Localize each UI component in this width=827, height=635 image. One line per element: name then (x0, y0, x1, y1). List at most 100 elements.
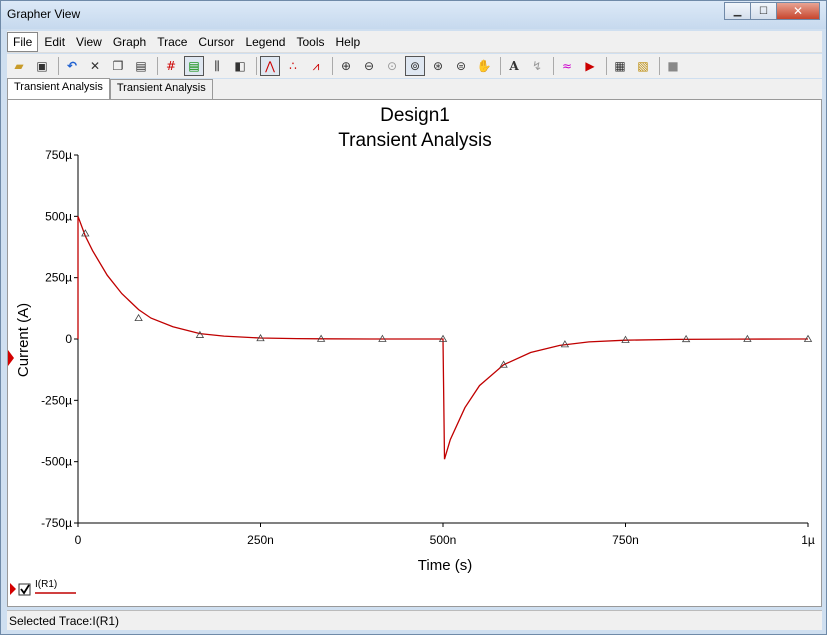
export-mathcad-button[interactable]: ▧ (633, 56, 653, 76)
save-icon: ▣ (36, 59, 48, 73)
paste-icon: ▤ (135, 59, 147, 73)
minimize-button[interactable]: ▁ (724, 2, 751, 20)
y-tick-label: 500µ (45, 209, 72, 223)
trace-marker (134, 313, 143, 322)
x-tick-label: 1µ (801, 533, 815, 547)
menu-bar: File Edit View Graph Trace Cursor Legend… (7, 31, 822, 53)
toggle-grid-button[interactable]: # (161, 56, 181, 76)
tick-labels: 750µ500µ250µ0-250µ-500µ-750µ0 250n 500n 750… (41, 148, 815, 547)
zoom-x-icon: ⊛ (432, 59, 444, 73)
status-text: Selected Trace:I(R1) (9, 614, 120, 628)
trace-markers (81, 229, 813, 368)
pan-button[interactable]: ✋ (474, 56, 494, 76)
line-points-icon: ⩘ (312, 58, 320, 73)
zoom-y-button[interactable]: ⊜ (451, 56, 471, 76)
tab-transient-analysis-1[interactable]: Transient Analysis (7, 78, 110, 99)
open-button[interactable]: ▰ (9, 56, 29, 76)
show-cursors-button[interactable]: ≈ (557, 56, 577, 76)
stop-icon: ■ (667, 59, 679, 73)
toolbar-separator (332, 57, 333, 75)
toolbar-separator (256, 57, 257, 75)
stop-button[interactable]: ■ (663, 56, 683, 76)
copy-icon: ❐ (112, 59, 124, 73)
save-button[interactable]: ▣ (32, 56, 52, 76)
menu-graph[interactable]: Graph (108, 33, 151, 51)
zoom-in-icon: ⊕ (340, 59, 352, 73)
chart-title: Design1 (380, 105, 450, 126)
zoom-full-button[interactable]: ⊚ (405, 56, 425, 76)
y-tick-label: 0 (65, 332, 72, 346)
y-tick-label: -500µ (41, 455, 72, 469)
close-button[interactable]: ✕ (776, 2, 820, 20)
zoom-out-icon: ⊖ (363, 59, 375, 73)
toolbar-separator (553, 57, 554, 75)
menu-view[interactable]: View (71, 33, 107, 51)
export-data-button[interactable]: ▶ (580, 56, 600, 76)
legend-icon: ▤ (188, 59, 200, 73)
menu-help[interactable]: Help (331, 33, 366, 51)
legend-selected-marker (10, 583, 16, 595)
spreadsheet-icon: ▦ (614, 59, 626, 73)
paste-button[interactable]: ▤ (131, 56, 151, 76)
zoom-y-icon: ⊜ (455, 59, 467, 73)
trace-properties-button[interactable]: ↯ (527, 56, 547, 76)
undo-button[interactable]: ↶ (62, 56, 82, 76)
y-tick-label: -750µ (41, 516, 72, 530)
menu-trace[interactable]: Trace (152, 33, 192, 51)
menu-cursor[interactable]: Cursor (193, 33, 239, 51)
toolbar-separator (500, 57, 501, 75)
menu-file[interactable]: File (7, 31, 39, 52)
x-tick-label: 250n (247, 533, 274, 547)
graph-tabs: Transient Analysis Transient Analysis (7, 78, 822, 99)
text-icon: A (509, 59, 519, 73)
zoom-area-button[interactable]: ⊙ (382, 56, 402, 76)
zoom-x-button[interactable]: ⊛ (428, 56, 448, 76)
transient-chart[interactable]: Design1 Transient Analysis Current (A) T… (8, 100, 821, 606)
y-tick-label: 750µ (45, 148, 72, 162)
y-axis-cursor-marker[interactable] (8, 350, 14, 366)
minimize-icon: ▁ (733, 5, 742, 17)
maximize-icon: ☐ (759, 5, 768, 17)
copy-button[interactable]: ❐ (108, 56, 128, 76)
toolbar: ▰ ▣ ↶ ✕ ❐ ▤ # ▤ ⫼ ◧ ⋀ ∴ ⩘ ⊕ ⊖ ⊙ ⊚ ⊛ ⊜ ✋ … (7, 54, 822, 78)
show-lines-button[interactable]: ⋀ (260, 56, 280, 76)
export-image-icon: ▧ (637, 59, 649, 73)
plot-area[interactable]: Design1 Transient Analysis Current (A) T… (7, 99, 822, 607)
x-tick-label: 0 (75, 533, 82, 547)
menu-legend[interactable]: Legend (240, 33, 290, 51)
x-tick-label: 750n (612, 533, 639, 547)
undo-icon: ↶ (66, 59, 78, 73)
title-bar[interactable]: Grapher View ▁ ☐ ✕ (1, 1, 826, 29)
maximize-button[interactable]: ☐ (750, 2, 777, 20)
reverse-colors-icon: ◧ (234, 59, 246, 73)
cut-button[interactable]: ✕ (85, 56, 105, 76)
toolbar-separator (606, 57, 607, 75)
show-lines-points-button[interactable]: ⩘ (306, 56, 326, 76)
zoom-out-button[interactable]: ⊖ (359, 56, 379, 76)
toggle-legend-button[interactable]: ▤ (184, 56, 204, 76)
grapher-window: Grapher View ▁ ☐ ✕ File Edit View Graph … (0, 0, 827, 635)
menu-tools[interactable]: Tools (291, 33, 329, 51)
y-axis-label: Current (A) (15, 303, 32, 377)
x-axis-label: Time (s) (418, 557, 472, 574)
window-title: Grapher View (7, 7, 81, 21)
close-icon: ✕ (792, 4, 804, 18)
trace-properties-icon: ↯ (531, 59, 543, 73)
zoom-in-button[interactable]: ⊕ (336, 56, 356, 76)
menu-edit[interactable]: Edit (39, 33, 70, 51)
hand-icon: ✋ (476, 59, 492, 73)
zoom-full-icon: ⊚ (409, 59, 421, 73)
trace-marker (621, 335, 630, 343)
x-tick-label: 500n (430, 533, 457, 547)
trace-line-1[interactable] (77, 216, 808, 460)
export-excel-button[interactable]: ▦ (610, 56, 630, 76)
y-tick-label: -250µ (41, 393, 72, 407)
show-points-button[interactable]: ∴ (283, 56, 303, 76)
overlay-traces-button[interactable]: ⫼ (207, 56, 227, 76)
zoom-area-icon: ⊙ (386, 59, 398, 73)
chart-subtitle: Transient Analysis (338, 130, 491, 151)
add-text-button[interactable]: A (504, 56, 524, 76)
reverse-colors-button[interactable]: ◧ (230, 56, 250, 76)
tab-transient-analysis-2[interactable]: Transient Analysis (109, 79, 213, 99)
legend-label: I(R1) (35, 579, 57, 590)
